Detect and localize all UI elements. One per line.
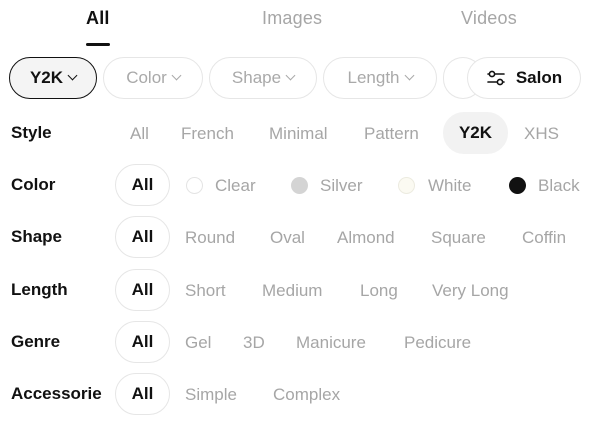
row-label-color: Color (11, 175, 56, 194)
shape-option-all[interactable]: All (115, 216, 170, 258)
shape-option-square[interactable]: Square (431, 228, 486, 248)
chip-shape[interactable]: Shape (209, 57, 317, 99)
chip-length[interactable]: Length (323, 57, 437, 99)
filter-row-shape: Shape All Round Oval Almond Square Coffi… (0, 216, 590, 260)
chip-shape-label: Shape (231, 68, 282, 87)
style-option-french[interactable]: French (181, 124, 234, 144)
style-option-minimal[interactable]: Minimal (269, 124, 328, 144)
genre-option-manicure[interactable]: Manicure (296, 333, 366, 353)
tab-videos[interactable]: Videos (461, 8, 517, 29)
media-tabs: All Images Videos (0, 0, 590, 52)
color-option-clear[interactable]: Clear (215, 176, 256, 196)
filter-row-color: Color All Clear Silver White Black (0, 164, 590, 208)
shape-option-oval[interactable]: Oval (270, 228, 305, 248)
accessories-option-simple[interactable]: Simple (185, 385, 237, 405)
color-option-silver[interactable]: Silver (320, 176, 363, 196)
chip-color[interactable]: Color (103, 57, 203, 99)
tab-all[interactable]: All (86, 8, 110, 29)
genre-option-3d[interactable]: 3D (243, 333, 265, 353)
accessories-option-all[interactable]: All (115, 373, 170, 415)
filter-row-style: Style All French Minimal Pattern Y2K XHS (0, 112, 590, 156)
chevron-down-icon (404, 70, 414, 81)
row-label-shape: Shape (11, 227, 63, 246)
salon-button[interactable]: Salon (467, 57, 581, 99)
row-label-length: Length (11, 280, 68, 299)
chip-y2k-label: Y2K (29, 68, 64, 87)
length-option-long[interactable]: Long (360, 281, 398, 301)
filter-row-accessories: Accessorie All Simple Complex (0, 373, 590, 417)
chevron-down-icon (171, 70, 182, 81)
length-option-very-long[interactable]: Very Long (432, 281, 509, 301)
genre-option-all[interactable]: All (115, 321, 170, 363)
shape-option-almond[interactable]: Almond (337, 228, 395, 248)
tab-images[interactable]: Images (262, 8, 322, 29)
chevron-down-icon (67, 70, 78, 81)
sliders-icon (487, 70, 505, 86)
chevron-down-icon (285, 70, 296, 81)
clear-swatch-icon[interactable] (186, 177, 203, 194)
active-tab-indicator (86, 43, 110, 46)
chip-y2k[interactable]: Y2K (9, 57, 97, 99)
genre-option-pedicure[interactable]: Pedicure (404, 333, 471, 353)
filter-row-genre: Genre All Gel 3D Manicure Pedicure (0, 321, 590, 365)
style-option-pattern[interactable]: Pattern (364, 124, 419, 144)
style-option-y2k[interactable]: Y2K (443, 112, 508, 154)
silver-swatch-icon[interactable] (291, 177, 308, 194)
filter-chip-bar: Y2K Color Shape Length Salon (0, 57, 590, 101)
color-option-all[interactable]: All (115, 164, 170, 206)
shape-option-round[interactable]: Round (185, 228, 235, 248)
accessories-option-complex[interactable]: Complex (273, 385, 340, 405)
chip-color-label: Color (126, 68, 167, 87)
color-option-black[interactable]: Black (538, 176, 580, 196)
color-option-white[interactable]: White (428, 176, 471, 196)
length-option-short[interactable]: Short (185, 281, 226, 301)
filter-row-length: Length All Short Medium Long Very Long (0, 269, 590, 313)
row-label-style: Style (11, 123, 52, 142)
row-label-genre: Genre (11, 332, 61, 351)
chip-length-label: Length (347, 68, 400, 87)
style-option-xhs[interactable]: XHS (524, 124, 559, 144)
genre-option-gel[interactable]: Gel (185, 333, 211, 353)
white-swatch-icon[interactable] (398, 177, 415, 194)
length-option-all[interactable]: All (115, 269, 170, 311)
shape-option-coffin[interactable]: Coffin (522, 228, 566, 248)
row-label-accessories: Accessorie (11, 384, 102, 403)
salon-label: Salon (515, 68, 563, 87)
length-option-medium[interactable]: Medium (262, 281, 322, 301)
black-swatch-icon[interactable] (509, 177, 526, 194)
style-option-all[interactable]: All (130, 124, 149, 144)
